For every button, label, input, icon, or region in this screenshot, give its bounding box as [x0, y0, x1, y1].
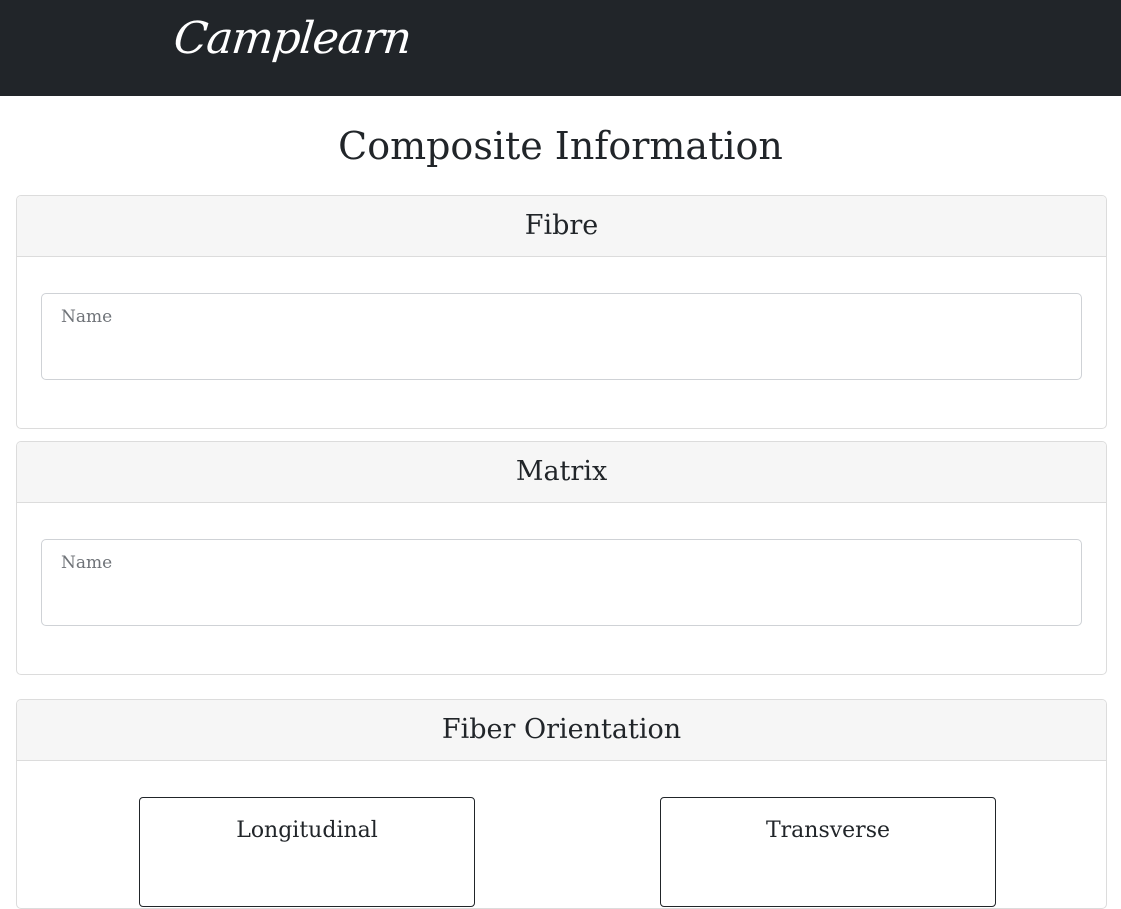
matrix-card-header: Matrix: [17, 442, 1106, 503]
fibre-name-label: Name: [61, 307, 113, 327]
page-title: Composite Information: [338, 124, 783, 168]
orientation-longitudinal-option[interactable]: Longitudinal: [139, 797, 475, 907]
matrix-name-field[interactable]: Name: [41, 539, 1082, 626]
matrix-name-label: Name: [61, 553, 113, 573]
fibre-card-header: Fibre: [17, 196, 1106, 257]
orientation-transverse-option[interactable]: Transverse: [660, 797, 996, 907]
orientation-transverse-label: Transverse: [765, 818, 891, 843]
matrix-name-input[interactable]: [61, 584, 1061, 614]
brand-logo[interactable]: Camplearn: [170, 4, 414, 74]
fibre-name-field[interactable]: Name: [41, 293, 1082, 380]
fibre-card: Fibre Name: [16, 195, 1107, 429]
fiber-orientation-card-header: Fiber Orientation: [17, 700, 1106, 761]
fiber-orientation-card: Fiber Orientation Longitudinal Transvers…: [16, 699, 1107, 909]
fibre-name-input[interactable]: [61, 338, 1061, 368]
top-navbar: Camplearn: [0, 0, 1121, 96]
matrix-card: Matrix Name: [16, 441, 1107, 675]
orientation-longitudinal-label: Longitudinal: [236, 818, 378, 843]
